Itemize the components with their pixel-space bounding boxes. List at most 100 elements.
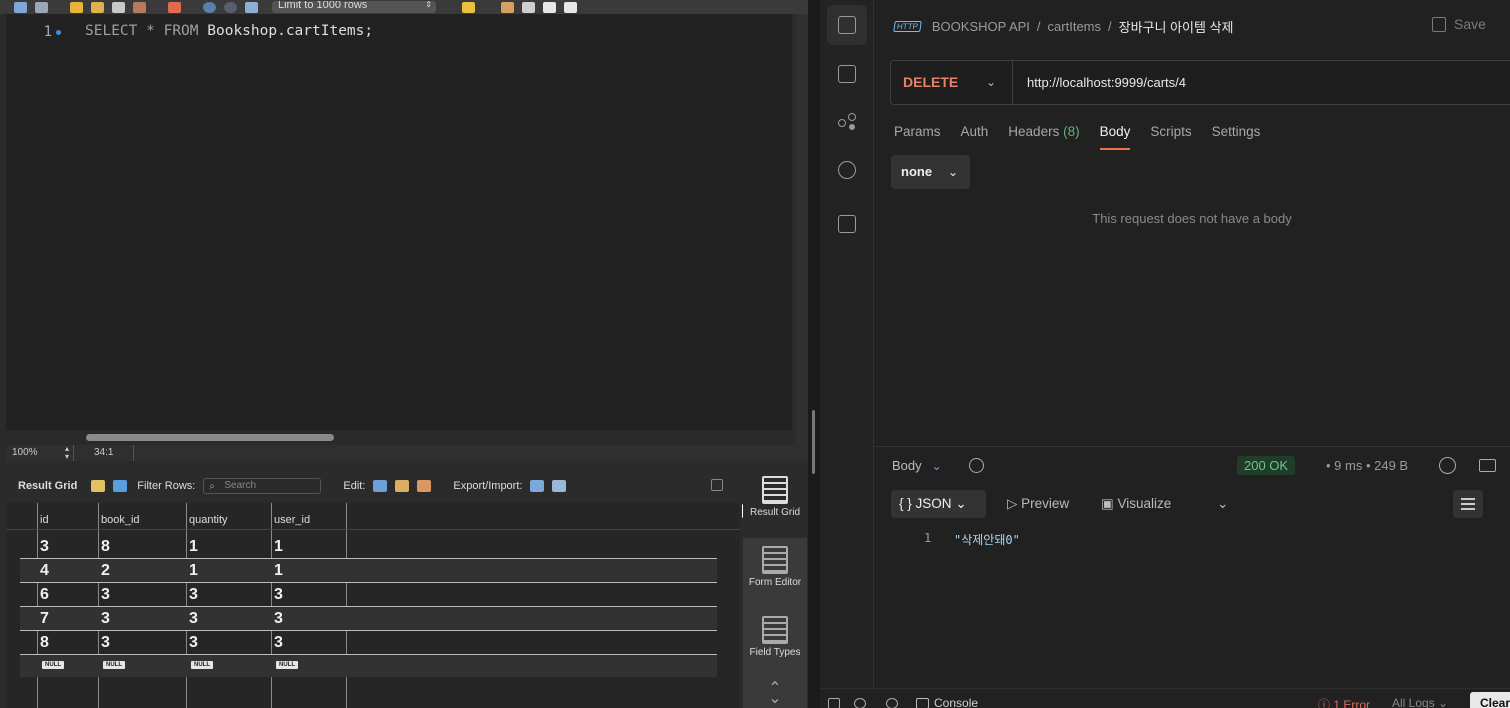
- body-type-select[interactable]: none ⌄: [891, 155, 970, 189]
- divider-grip[interactable]: [812, 410, 815, 474]
- cell-book-id[interactable]: 2: [101, 562, 110, 580]
- cell-id[interactable]: 8: [40, 634, 49, 652]
- autocommit-icon[interactable]: [245, 1, 258, 13]
- sidebar-item-flows[interactable]: [827, 102, 867, 142]
- cell-id[interactable]: 3: [40, 538, 49, 556]
- result-grid-button[interactable]: Result Grid: [743, 468, 807, 538]
- cell-user-id[interactable]: 3: [274, 586, 283, 604]
- table-row[interactable]: 3 8 1 1: [20, 535, 717, 559]
- wrap-icon[interactable]: [543, 1, 556, 13]
- cell-user-id[interactable]: 1: [274, 538, 283, 556]
- tab-auth[interactable]: Auth: [961, 124, 989, 152]
- table-row[interactable]: 6 3 3 3: [20, 583, 717, 607]
- format-select[interactable]: { } JSON ⌄: [891, 490, 986, 518]
- cell-book-id[interactable]: 3: [101, 586, 110, 604]
- tab-scripts[interactable]: Scripts: [1150, 124, 1191, 152]
- column-header-id[interactable]: id: [40, 514, 49, 526]
- save-icon[interactable]: [35, 1, 48, 13]
- cell-book-id[interactable]: 8: [101, 538, 110, 556]
- zoom-stepper[interactable]: 100% ▴ ▾: [6, 445, 74, 461]
- sidebar-item-history[interactable]: [827, 150, 867, 190]
- cell-user-id[interactable]: 1: [274, 562, 283, 580]
- history-icon[interactable]: [969, 458, 984, 473]
- field-types-button[interactable]: Field Types: [743, 616, 807, 678]
- edit-row-icon[interactable]: [373, 480, 388, 492]
- refresh-icon[interactable]: [113, 480, 128, 492]
- cell-quantity[interactable]: 3: [189, 634, 198, 652]
- limit-rows-select[interactable]: Limit to 1000 rows ⇕: [272, 1, 436, 13]
- breadcrumb-collection[interactable]: BOOKSHOP API: [932, 19, 1030, 34]
- execute-icon[interactable]: [70, 1, 83, 13]
- grid-layout-icon[interactable]: [91, 480, 106, 492]
- cell-quantity[interactable]: 3: [189, 586, 198, 604]
- tab-settings[interactable]: Settings: [1212, 124, 1261, 152]
- result-grid[interactable]: id book_id quantity user_id 3 8 1 1 4 2 …: [6, 503, 740, 708]
- sidebar-item-apps[interactable]: [827, 204, 867, 244]
- wrap-lines-button[interactable]: [1453, 490, 1483, 518]
- table-row-new[interactable]: NULL NULL NULL NULL: [20, 655, 717, 677]
- stop-icon[interactable]: [133, 1, 146, 13]
- console-button[interactable]: Console: [916, 696, 978, 708]
- form-editor-button[interactable]: Form Editor: [743, 546, 807, 608]
- save-button[interactable]: Save: [1432, 16, 1486, 32]
- execute-current-icon[interactable]: [91, 1, 104, 13]
- scroll-more-icon[interactable]: ⌃ ⌄: [743, 681, 807, 708]
- online-status-icon[interactable]: [854, 698, 866, 708]
- preview-button[interactable]: ▷ Preview: [1007, 496, 1069, 512]
- column-header-book-id[interactable]: book_id: [101, 514, 140, 526]
- delete-row-icon[interactable]: [417, 480, 432, 492]
- save-response-icon[interactable]: [1479, 459, 1496, 472]
- errors-indicator[interactable]: ⓘ 1 Error: [1318, 696, 1370, 708]
- table-row[interactable]: 8 3 3 3: [20, 631, 717, 655]
- snippet-icon[interactable]: [564, 1, 577, 13]
- sql-code[interactable]: SELECT * FROM Bookshop.cartItems;: [85, 23, 373, 39]
- rollback-icon[interactable]: [224, 1, 237, 13]
- cell-quantity[interactable]: 1: [189, 562, 198, 580]
- commit-icon[interactable]: [203, 1, 216, 13]
- export-icon[interactable]: [530, 480, 545, 492]
- editor-vertical-scrollbar[interactable]: [796, 14, 808, 444]
- cell-book-id[interactable]: 3: [101, 634, 110, 652]
- response-body-select[interactable]: Body ⌄: [892, 458, 942, 473]
- globe-icon[interactable]: [1439, 457, 1456, 474]
- scrollbar-thumb[interactable]: [86, 434, 334, 441]
- explain-icon[interactable]: [112, 1, 125, 13]
- sidebar-item-environments[interactable]: [827, 54, 867, 94]
- column-header-user-id[interactable]: user_id: [274, 514, 310, 526]
- cell-id[interactable]: 4: [40, 562, 49, 580]
- response-size[interactable]: 249 B: [1374, 458, 1408, 473]
- column-header-quantity[interactable]: quantity: [189, 514, 228, 526]
- window-divider[interactable]: [808, 0, 820, 708]
- open-file-icon[interactable]: [14, 1, 27, 13]
- sql-editor[interactable]: 1 SELECT * FROM Bookshop.cartItems;: [6, 14, 792, 430]
- toggle-pane-icon[interactable]: [711, 479, 723, 491]
- table-row[interactable]: 7 3 3 3: [20, 607, 717, 631]
- tab-headers[interactable]: Headers (8): [1008, 124, 1079, 152]
- import-icon[interactable]: [552, 480, 567, 492]
- cell-book-id[interactable]: 3: [101, 610, 110, 628]
- add-row-icon[interactable]: [395, 480, 410, 492]
- filter-search-input[interactable]: ⌕ Search: [203, 478, 322, 494]
- sidebar-toggle-icon[interactable]: [828, 698, 840, 708]
- breadcrumb-folder[interactable]: cartItems: [1048, 19, 1101, 34]
- sidebar-item-collections[interactable]: [827, 5, 867, 45]
- cell-quantity[interactable]: 3: [189, 610, 198, 628]
- clear-button[interactable]: Clear: [1470, 692, 1510, 708]
- status-badge[interactable]: 200 OK: [1237, 456, 1296, 475]
- visualize-button[interactable]: ▣ Visualize: [1101, 496, 1171, 512]
- find-icon[interactable]: [501, 1, 514, 13]
- toggle-continue-icon[interactable]: [168, 1, 181, 13]
- invisible-chars-icon[interactable]: [522, 1, 535, 13]
- cell-user-id[interactable]: 3: [274, 634, 283, 652]
- find-icon[interactable]: [886, 698, 898, 708]
- breadcrumb-request[interactable]: 장바구니 아이템 삭제: [1119, 17, 1234, 36]
- method-select[interactable]: DELETE ⌄: [891, 61, 1013, 104]
- cell-user-id[interactable]: 3: [274, 610, 283, 628]
- cell-quantity[interactable]: 1: [189, 538, 198, 556]
- stepper-icon[interactable]: ▴ ▾: [65, 445, 69, 461]
- response-time[interactable]: 9 ms: [1334, 458, 1362, 473]
- table-row[interactable]: 4 2 1 1: [20, 559, 717, 583]
- response-content[interactable]: "삭제안돼0": [954, 531, 1020, 548]
- logs-filter[interactable]: All Logs ⌄: [1392, 696, 1448, 708]
- editor-horizontal-scrollbar[interactable]: [6, 431, 792, 445]
